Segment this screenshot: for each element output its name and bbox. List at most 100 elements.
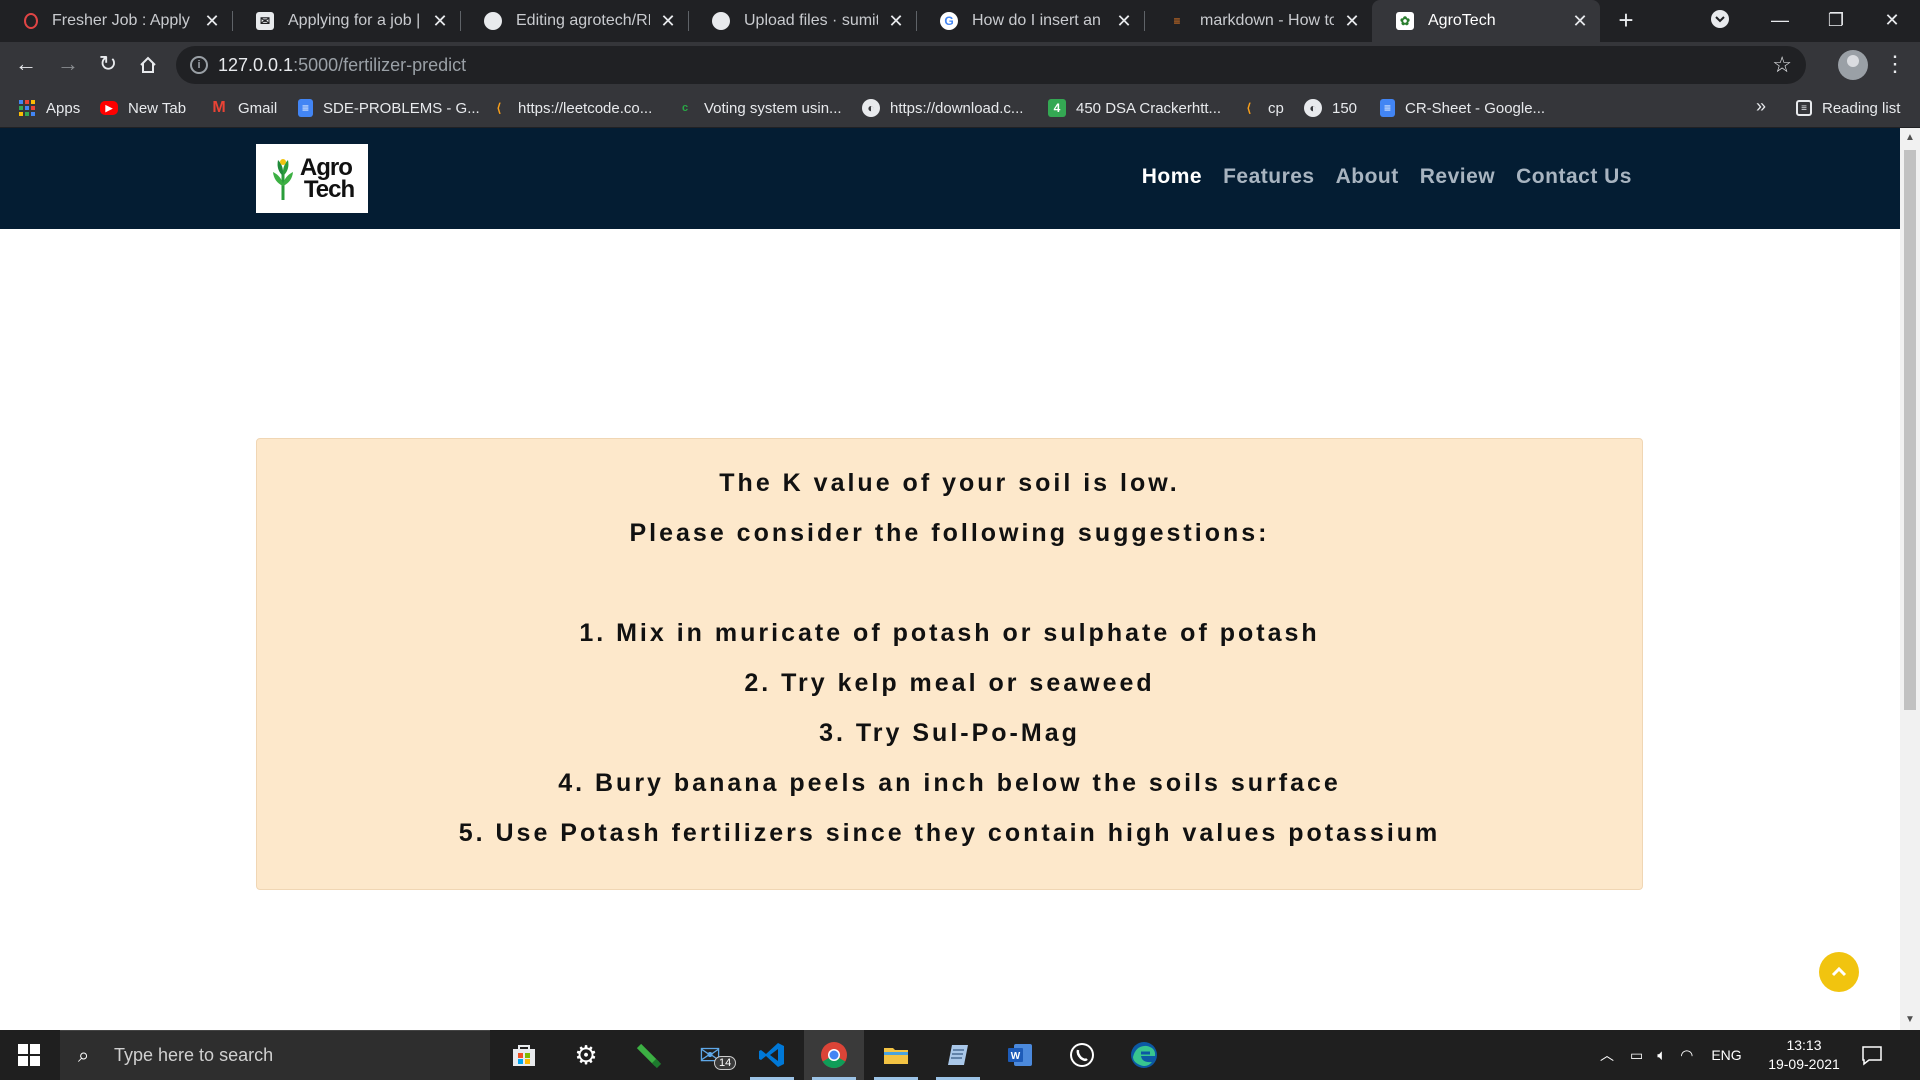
scrollbar-thumb[interactable] <box>1904 150 1916 710</box>
github-icon <box>712 12 730 30</box>
nav-home[interactable]: Home <box>1142 165 1202 189</box>
nav-features[interactable]: Features <box>1223 165 1315 189</box>
scroll-up-arrow-icon[interactable]: ▲ <box>1904 132 1916 144</box>
notification-icon <box>1862 1046 1882 1066</box>
close-icon[interactable]: ✕ <box>1342 11 1362 32</box>
profile-avatar[interactable] <box>1838 50 1868 80</box>
close-icon[interactable]: ✕ <box>1114 11 1134 32</box>
browser-tab[interactable]: G How do I insert an ima ✕ <box>916 0 1144 42</box>
taskbar-whatsapp[interactable] <box>1052 1030 1112 1080</box>
reading-list-button[interactable]: ≡ Reading list <box>1796 96 1900 120</box>
page-viewport: Agro Tech Home Features About Review Con… <box>0 128 1900 1030</box>
bookmark-label: https://leetcode.co... <box>518 99 653 117</box>
taskbar-clock[interactable]: 13:13 19-09-2021 <box>1760 1036 1848 1074</box>
browser-tab[interactable]: ≡ markdown - How to a ✕ <box>1144 0 1372 42</box>
bookmark-gmail[interactable]: M Gmail <box>210 96 277 120</box>
bookmark-cp[interactable]: ⟨ cp <box>1240 96 1284 120</box>
taskbar-search-placeholder: Type here to search <box>114 1045 274 1065</box>
clock-date: 19-09-2021 <box>1768 1056 1840 1072</box>
bookmark-new-tab[interactable]: ▶ New Tab <box>100 96 186 120</box>
taskbar-chrome[interactable] <box>804 1030 864 1080</box>
url-text[interactable]: 127.0.0.1:5000/fertilizer-predict <box>218 55 466 76</box>
page-scrollbar[interactable]: ▲ ▼ <box>1900 128 1920 1030</box>
search-icon: ⌕ <box>78 1044 90 1067</box>
browser-tab[interactable]: Fresher Job : Apply for ✕ <box>0 0 232 42</box>
windows-taskbar: ⌕ Type here to search ⚙ ✉ 14 W ︿ ▭ 🔈︎ ◠ … <box>0 1030 1920 1080</box>
gear-icon: ⚙ <box>574 1039 598 1070</box>
nav-about[interactable]: About <box>1336 165 1399 189</box>
battery-icon[interactable]: ▭ <box>1630 1047 1643 1064</box>
tab-title: Editing agrotech/REA <box>516 12 650 29</box>
close-icon[interactable]: ✕ <box>658 11 678 32</box>
taskbar-vscode[interactable] <box>742 1030 802 1080</box>
close-icon[interactable]: ✕ <box>430 11 450 32</box>
chevron-up-icon <box>1831 966 1847 977</box>
vscode-icon <box>759 1043 784 1067</box>
nav-review[interactable]: Review <box>1420 165 1495 189</box>
tab-title: Upload files · sumitga <box>744 12 878 29</box>
mail-icon: ✉ <box>256 12 274 30</box>
restore-button[interactable]: ❐ <box>1808 0 1864 42</box>
close-icon[interactable]: ✕ <box>1570 11 1590 32</box>
bookmark-150[interactable]: ◐ 150 <box>1304 96 1357 120</box>
browser-tab-active[interactable]: ✿ AgroTech ✕ <box>1372 0 1600 42</box>
wifi-icon[interactable]: ◠ <box>1680 1046 1693 1064</box>
reload-button[interactable]: ↻ <box>94 51 122 79</box>
bookmark-sde-problems[interactable]: ≡ SDE-PROBLEMS - G... <box>298 96 480 120</box>
back-to-top-button[interactable] <box>1819 952 1859 992</box>
bookmark-leetcode[interactable]: ⟨ https://leetcode.co... <box>490 96 653 120</box>
back-button[interactable]: ← <box>12 51 40 79</box>
taskbar-store[interactable] <box>494 1030 554 1080</box>
tab-strip: Fresher Job : Apply for ✕ ✉ Applying for… <box>0 0 1920 42</box>
browser-tab[interactable]: ✉ Applying for a job | M ✕ <box>232 0 460 42</box>
site-info-icon[interactable]: i <box>190 56 208 74</box>
taskbar-search[interactable]: ⌕ Type here to search <box>60 1030 490 1080</box>
tab-title: Applying for a job | M <box>288 12 422 29</box>
show-hidden-icons-chevron-icon[interactable]: ︿ <box>1600 1045 1614 1065</box>
bookmark-apps[interactable]: Apps <box>18 96 80 120</box>
url-host: 127.0.0.1 <box>218 55 294 75</box>
browser-tab[interactable]: Editing agrotech/REA ✕ <box>460 0 688 42</box>
bookmark-450-dsa[interactable]: 4 450 DSA Crackerhtt... <box>1048 96 1221 120</box>
stackoverflow-icon: ≡ <box>1173 14 1181 28</box>
volume-icon[interactable]: 🔈︎ <box>1657 1047 1666 1064</box>
close-icon[interactable]: ✕ <box>202 11 222 32</box>
forward-button[interactable]: → <box>54 51 82 79</box>
new-tab-button[interactable]: + <box>1611 6 1641 36</box>
bookmark-star-icon[interactable]: ☆ <box>1772 52 1792 78</box>
bookmark-voting-system[interactable]: c Voting system usin... <box>676 96 842 120</box>
bookmark-cr-sheet[interactable]: ≡ CR-Sheet - Google... <box>1380 96 1545 120</box>
home-button[interactable] <box>134 51 162 79</box>
bookmark-download[interactable]: ◐ https://download.c... <box>862 96 1023 120</box>
chevron-down-circle-icon <box>1711 10 1729 28</box>
tab-title: AgroTech <box>1428 12 1496 29</box>
browser-tab[interactable]: Upload files · sumitga ✕ <box>688 0 916 42</box>
taskbar-mail[interactable]: ✉ 14 <box>680 1030 740 1080</box>
taskbar-settings[interactable]: ⚙ <box>556 1030 616 1080</box>
notification-center-button[interactable] <box>1860 1043 1884 1067</box>
address-bar[interactable]: i 127.0.0.1:5000/fertilizer-predict ☆ <box>176 46 1806 84</box>
clock-time: 13:13 <box>1786 1037 1822 1053</box>
minimize-button[interactable]: — <box>1752 0 1808 42</box>
opera-icon <box>24 13 38 29</box>
taskbar-pen-app[interactable] <box>618 1030 678 1080</box>
taskbar-word[interactable]: W <box>990 1030 1050 1080</box>
close-icon[interactable]: ✕ <box>886 11 906 32</box>
site-navbar: Agro Tech Home Features About Review Con… <box>0 128 1900 229</box>
taskbar-notepad[interactable] <box>928 1030 988 1080</box>
taskbar-file-explorer[interactable] <box>866 1030 926 1080</box>
close-window-button[interactable]: ✕ <box>1864 0 1920 42</box>
site-logo[interactable]: Agro Tech <box>256 144 368 213</box>
suggestion-item: 4. Bury banana peels an inch below the s… <box>558 769 1341 797</box>
start-button[interactable] <box>0 1030 58 1080</box>
bookmarks-overflow-button[interactable]: » <box>1756 96 1766 117</box>
taskbar-edge[interactable] <box>1114 1030 1174 1080</box>
browser-menu-button[interactable]: ⋮ <box>1884 51 1906 79</box>
language-indicator[interactable]: ENG <box>1711 1047 1741 1063</box>
tab-search-button[interactable] <box>1708 9 1732 33</box>
bookmark-label: https://download.c... <box>890 99 1024 117</box>
bookmark-label: cp <box>1268 99 1284 117</box>
chrome-icon <box>821 1042 847 1069</box>
scroll-down-arrow-icon[interactable]: ▼ <box>1904 1014 1916 1026</box>
nav-contact-us[interactable]: Contact Us <box>1516 165 1632 189</box>
